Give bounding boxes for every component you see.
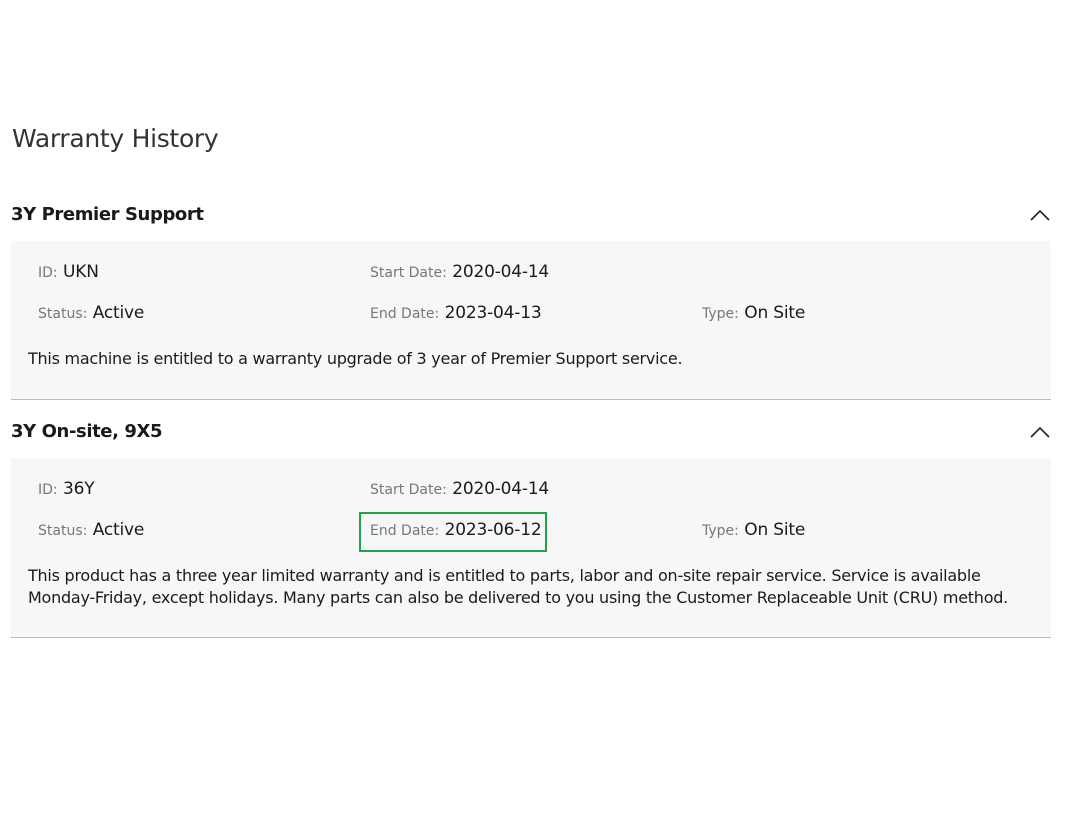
warranty-description: This machine is entitled to a warranty u…	[28, 349, 683, 368]
type-field: Type: On Site	[702, 303, 806, 323]
status-field: Status: Active	[38, 520, 145, 540]
warranty-description: This product has a three year limited wa…	[28, 566, 1008, 607]
end-date-label: End Date	[370, 306, 435, 322]
page-title: Warranty History	[12, 124, 219, 153]
end-date-label: End Date	[370, 523, 435, 539]
status-value: Active	[92, 520, 145, 540]
warranty-title: 3Y Premier Support	[11, 204, 204, 225]
warranty-section-header[interactable]: 3Y On-site, 9X5	[11, 410, 1051, 458]
start-date-field: Start Date: 2020-04-14	[370, 479, 550, 499]
warranty-id-field: ID: UKN	[38, 262, 99, 282]
end-date-value: 2023-04-13	[444, 303, 542, 323]
chevron-up-icon[interactable]	[1029, 422, 1051, 444]
status-label: Status	[38, 306, 83, 322]
id-value: UKN	[63, 262, 99, 282]
start-date-label: Start Date	[370, 482, 443, 498]
warranty-details-panel: ID: 36Y Start Date: 2020-04-14 Status: A…	[11, 458, 1051, 638]
warranty-section-premier-support: 3Y Premier Support ID: UKN Start Date: 2…	[11, 193, 1051, 400]
end-date-field: End Date: 2023-06-12	[370, 520, 542, 540]
id-label: ID	[38, 482, 53, 498]
start-date-value: 2020-04-14	[452, 262, 550, 282]
warranty-id-field: ID: 36Y	[38, 479, 95, 499]
id-value: 36Y	[63, 479, 95, 499]
end-date-field: End Date: 2023-04-13	[370, 303, 542, 323]
start-date-label: Start Date	[370, 265, 443, 281]
type-label: Type	[702, 523, 735, 539]
start-date-field: Start Date: 2020-04-14	[370, 262, 550, 282]
start-date-value: 2020-04-14	[452, 479, 550, 499]
warranty-section-onsite: 3Y On-site, 9X5 ID: 36Y Start Date: 2020…	[11, 410, 1051, 638]
status-label: Status	[38, 523, 83, 539]
type-value: On Site	[744, 520, 806, 540]
type-value: On Site	[744, 303, 806, 323]
warranty-details-panel: ID: UKN Start Date: 2020-04-14 Status: A…	[11, 241, 1051, 400]
chevron-up-icon[interactable]	[1029, 205, 1051, 227]
status-value: Active	[92, 303, 145, 323]
page: Warranty History 3Y Premier Support ID: …	[0, 0, 1067, 835]
status-field: Status: Active	[38, 303, 145, 323]
warranty-title: 3Y On-site, 9X5	[11, 421, 163, 442]
end-date-value: 2023-06-12	[444, 520, 542, 540]
id-label: ID	[38, 265, 53, 281]
type-label: Type	[702, 306, 735, 322]
warranty-section-header[interactable]: 3Y Premier Support	[11, 193, 1051, 241]
type-field: Type: On Site	[702, 520, 806, 540]
